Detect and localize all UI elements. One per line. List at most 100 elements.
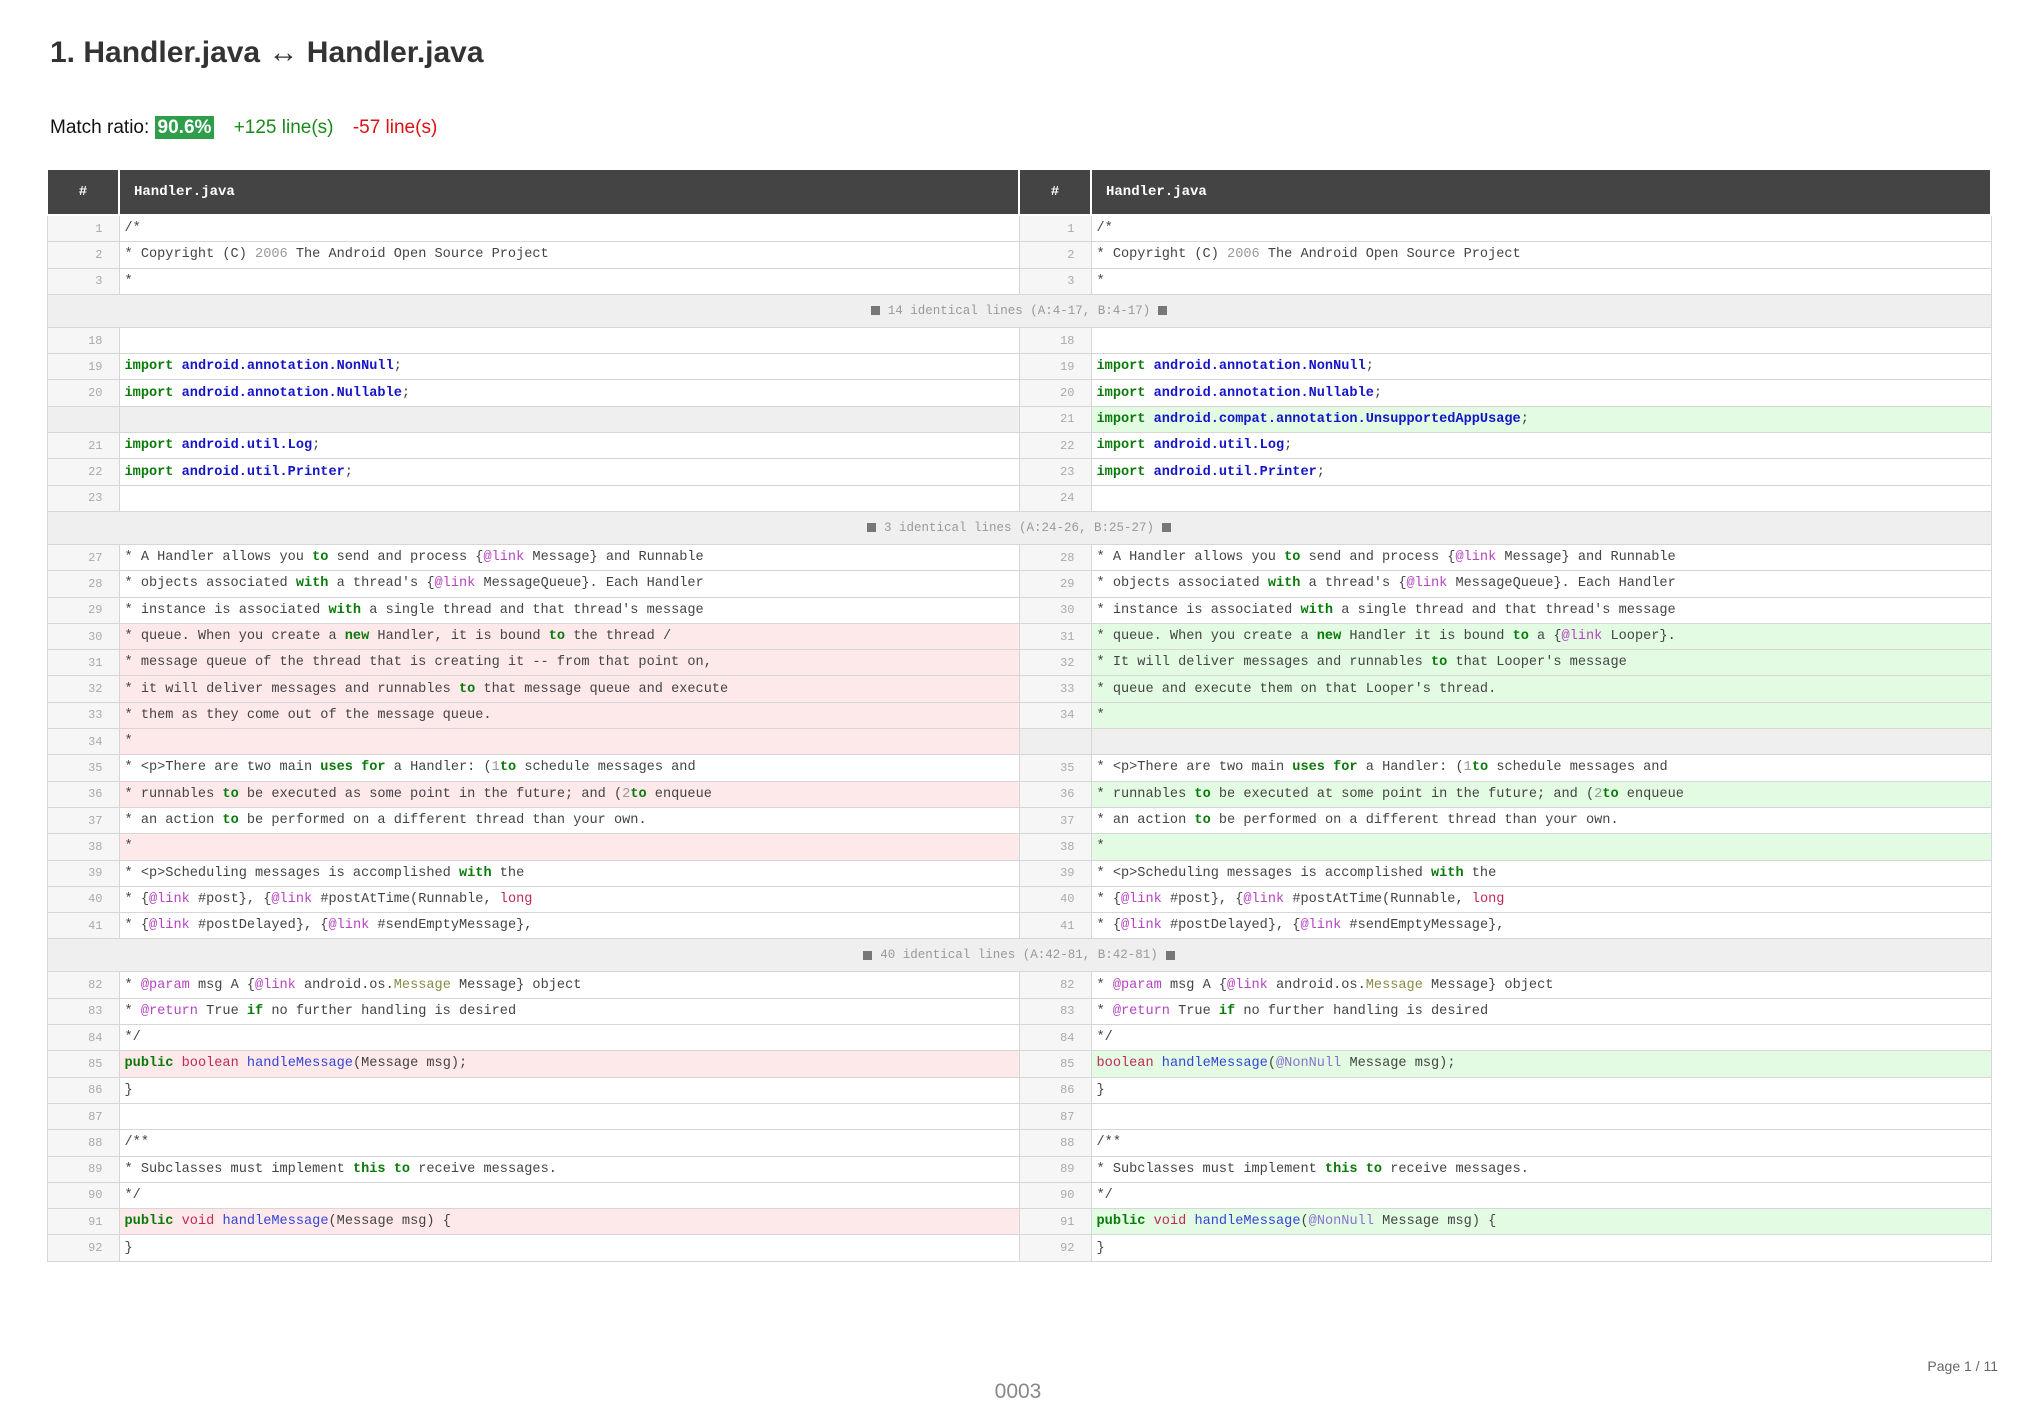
collapsed-lines-marker[interactable]: 40 identical lines (A:42-81, B:42-81) — [46, 938, 1992, 973]
left-line-number: 89 — [46, 1155, 120, 1183]
code-token: Message} and Runnable — [1496, 550, 1676, 566]
code-token: handleMessage — [1194, 1214, 1301, 1230]
diff-row: 27 * A Handler allows you to send and pro… — [46, 543, 1992, 572]
collapsed-lines-marker[interactable]: 14 identical lines (A:4-17, B:4-17) — [46, 293, 1992, 328]
right-code-line: * <p>There are two main uses for a Handl… — [1090, 754, 1992, 782]
code-token: import — [1096, 359, 1146, 375]
code-token: @link — [434, 576, 476, 592]
code-token: * Copyright (C) — [1096, 247, 1228, 263]
code-token: @param — [140, 977, 190, 993]
left-line-number: 86 — [46, 1076, 120, 1104]
code-token: ; — [401, 385, 411, 401]
left-line-number: 39 — [46, 859, 120, 887]
code-token: * — [124, 839, 133, 855]
right-code-line: boolean handleMessage(@NonNull Message m… — [1090, 1050, 1992, 1078]
code-token: long — [499, 891, 533, 907]
match-ratio-badge: 90.6% — [154, 116, 215, 139]
code-token: * runnables — [124, 786, 223, 802]
code-token: a thread's { — [328, 576, 435, 592]
right-line-number: 22 — [1018, 432, 1092, 460]
code-token: enqueue — [646, 786, 712, 802]
code-token: * queue. When you create a — [1096, 629, 1317, 644]
right-line-number: 29 — [1018, 570, 1092, 598]
removed-lines-count: -57 line(s) — [352, 117, 438, 138]
left-line-number: 41 — [46, 912, 120, 940]
right-code-line: * @param msg A {@link android.os.Message… — [1090, 971, 1992, 999]
left-code-line: * — [118, 833, 1020, 861]
code-token: @link — [1300, 918, 1342, 934]
right-code-line: import android.compat.annotation.Unsuppo… — [1090, 405, 1992, 434]
right-line-number: 1 — [1018, 214, 1092, 243]
left-code-line: * <p>There are two main uses for a Handl… — [118, 754, 1020, 782]
code-token: a thread's { — [1300, 576, 1407, 592]
diff-row: 28 * objects associated with a thread's {… — [46, 570, 1992, 598]
code-token: #postAtTime(Runnable, — [1284, 891, 1472, 907]
code-token: Message} object — [1422, 977, 1554, 993]
code-token: * an action — [124, 813, 223, 829]
left-code-line: * Subclasses must implement this to rece… — [118, 1155, 1020, 1183]
code-token: } — [124, 1240, 133, 1256]
diff-row: 19 import android.annotation.NonNull; 19 im… — [46, 353, 1992, 381]
code-token: boolean — [181, 1056, 239, 1072]
code-token: public — [124, 1056, 174, 1072]
code-token: be performed on a different thread than … — [1210, 813, 1619, 829]
code-token: long — [1471, 891, 1505, 907]
diff-row: 38 * 38 * — [46, 833, 1992, 861]
code-token: new — [344, 629, 370, 644]
right-line-number: 38 — [1018, 833, 1092, 861]
left-code-line: * them as they come out of the message q… — [118, 701, 1020, 730]
code-token: public — [1096, 1214, 1146, 1230]
code-token: 1 — [491, 760, 500, 776]
code-token: /* — [124, 221, 141, 237]
diff-row: 92} 92} — [46, 1234, 1992, 1262]
left-line-number: 23 — [46, 484, 120, 512]
code-token: Message} and Runnable — [524, 550, 704, 566]
right-code-line: } — [1090, 1234, 1992, 1262]
collapsed-lines-row: 14 identical lines (A:4-17, B:4-17) — [46, 293, 1992, 328]
code-token: * them as they come out of the message q… — [124, 707, 492, 723]
left-code-line: * @return True if no further handling is… — [118, 997, 1020, 1026]
code-token: #post}, { — [189, 891, 272, 907]
code-token: @link — [255, 977, 296, 993]
code-token: android.util.Printer — [1153, 464, 1317, 480]
code-token: import — [124, 359, 174, 375]
code-token: The Android Open Source Project — [287, 247, 549, 263]
square-icon — [863, 950, 873, 960]
code-token: 1 — [1463, 760, 1472, 776]
code-token: Message msg) { — [1373, 1214, 1497, 1230]
code-token: a Handler: ( — [385, 760, 492, 776]
code-token: android.annotation.Nullable — [1153, 385, 1374, 401]
right-code-line: import android.annotation.NonNull; — [1090, 353, 1992, 381]
left-code-line: * @param msg A {@link android.os.Message… — [118, 971, 1020, 999]
code-token: * { — [1096, 891, 1121, 907]
code-token: * objects associated — [124, 576, 296, 592]
code-token: handleMessage — [1161, 1056, 1268, 1072]
right-code-line: import android.annotation.Nullable; — [1090, 379, 1992, 407]
diff-row: 33 * them as they come out of the message… — [46, 701, 1992, 730]
code-token: no further handling is desired — [1235, 1003, 1489, 1019]
code-token: * <p>There are two main — [124, 760, 321, 776]
code-token: to — [1602, 786, 1619, 802]
diff-body: 1/* 1/* 2 * Copyright (C) 2006 The Android … — [46, 214, 1992, 1262]
code-token: import — [1096, 438, 1146, 454]
code-token: the — [491, 865, 525, 881]
right-code-line: * {@link #postDelayed}, {@link #sendEmpt… — [1090, 912, 1992, 940]
code-token: ; — [1316, 464, 1325, 480]
collapsed-lines-marker[interactable]: 3 identical lines (A:24-26, B:25-27) — [46, 510, 1992, 545]
left-line-number: 2 — [46, 241, 120, 269]
code-token: #postDelayed}, { — [1161, 918, 1301, 934]
code-token: Handler it is bound — [1341, 629, 1513, 644]
right-code-line: * queue. When you create a new Handler i… — [1090, 622, 1992, 651]
code-token: to — [1365, 1161, 1383, 1177]
code-token: with — [1430, 865, 1464, 881]
code-token: * — [1096, 977, 1113, 993]
code-token: android.annotation.NonNull — [1153, 359, 1366, 375]
code-token: a single thread and that thread's messag… — [361, 602, 704, 618]
code-token: @NonNull — [1276, 1056, 1342, 1072]
left-line-number: 31 — [46, 649, 120, 677]
